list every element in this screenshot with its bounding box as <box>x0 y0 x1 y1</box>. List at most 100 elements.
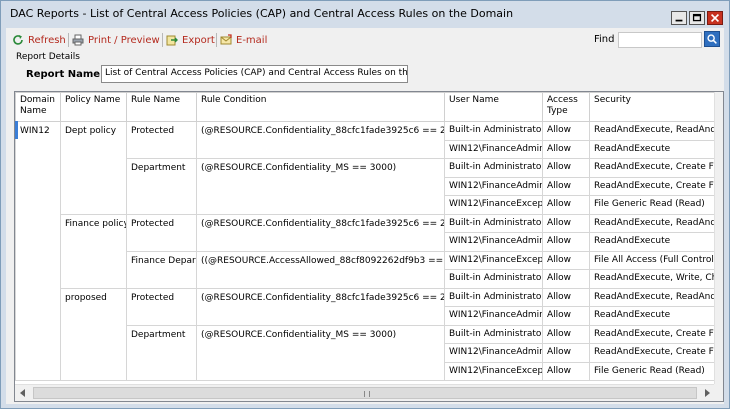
cell-rule: Protected <box>126 213 197 252</box>
cell-rule: Protected <box>126 287 197 326</box>
cell-policy: Finance policy <box>60 213 127 289</box>
cell-user: WIN12\FinanceException <box>444 250 543 270</box>
cell-security: ReadAndExecute, Create Files / W <box>589 343 715 363</box>
table-row[interactable]: Finance policy Protected (@RESOURCE.Confid… <box>16 213 715 289</box>
column-header-security[interactable]: Security <box>589 92 715 122</box>
cell-security: ReadAndExecute, ReadAndExecute <box>589 287 715 307</box>
print-preview-button[interactable]: Print / Preview <box>72 32 160 48</box>
table-header-row: Domain Name Policy Name Rule Name Rule C… <box>15 92 715 122</box>
table-row[interactable]: WIN12 Dept policy Protected (@RESOURCE.Conf… <box>15 121 715 381</box>
cell-user: Built-in Administrators <box>444 213 543 233</box>
close-button[interactable] <box>707 11 723 25</box>
cell-user: Built-in Administrators <box>444 287 543 307</box>
email-label: E-mail <box>236 34 268 46</box>
cell-domain: WIN12 <box>15 121 61 381</box>
cell-condition: (@RESOURCE.Confidentiality_88cfc1fade392… <box>196 213 445 252</box>
cell-user: WIN12\FinanceAdmin <box>444 306 543 326</box>
grid-viewport: Domain Name Policy Name Rule Name Rule C… <box>15 92 715 384</box>
email-button[interactable]: E-mail <box>220 32 267 48</box>
column-header-domain[interactable]: Domain Name <box>15 92 61 122</box>
refresh-button[interactable]: Refresh <box>12 32 66 48</box>
vertical-scrollbar[interactable] <box>714 92 723 384</box>
report-grid: Domain Name Policy Name Rule Name Rule C… <box>14 91 724 402</box>
cell-security: File Generic Read (Read) <box>589 195 715 215</box>
cell-rule: Finance Department <box>126 250 197 289</box>
cell-condition: (@RESOURCE.Confidentiality_MS == 3000) <box>196 158 445 215</box>
cell-condition: ((@RESOURCE.AccessAllowed_88cf8092262df9… <box>196 250 445 289</box>
export-label: Export <box>182 34 215 46</box>
minimize-button[interactable] <box>671 11 687 25</box>
cell-access: Allow <box>542 343 590 363</box>
cell-condition: (@RESOURCE.Confidentiality_MS == 3000) <box>196 324 445 381</box>
maximize-button[interactable] <box>689 11 705 25</box>
cell-access: Allow <box>542 213 590 233</box>
report-name-label: Report Name : <box>26 69 108 80</box>
scroll-grip-icon <box>364 391 370 397</box>
cell-security: File Generic Read (Read) <box>589 361 715 381</box>
cell-user: Built-in Administrators <box>444 269 543 289</box>
title-bar[interactable]: DAC Reports - List of Central Access Pol… <box>1 1 729 27</box>
cell-policy: Dept policy <box>60 121 127 215</box>
cell-rule: Department <box>126 158 197 215</box>
cell-access: Allow <box>542 269 590 289</box>
cell-access: Allow <box>542 158 590 178</box>
cell-condition: (@RESOURCE.Confidentiality_88cfc1fade392… <box>196 287 445 326</box>
cell-user: Built-in Administrators <box>444 324 543 344</box>
cell-access: Allow <box>542 232 590 252</box>
scroll-right-icon[interactable] <box>705 389 710 397</box>
column-header-policy[interactable]: Policy Name <box>60 92 127 122</box>
report-name-field[interactable]: List of Central Access Policies (CAP) an… <box>101 65 408 83</box>
cell-security: File All Access (Full Control) <box>589 250 715 270</box>
find-button[interactable] <box>704 31 720 47</box>
column-header-user[interactable]: User Name <box>444 92 543 122</box>
toolbar-divider <box>68 33 69 47</box>
cell-security: ReadAndExecute, Write, Change <box>589 269 715 289</box>
cell-user: Built-in Administrators <box>444 158 543 178</box>
cell-access: Allow <box>542 195 590 215</box>
table-row[interactable]: proposed Protected (@RESOURCE.Confidential… <box>16 287 715 381</box>
cell-policy: proposed <box>60 287 127 381</box>
selection-marker <box>15 121 18 139</box>
scroll-thumb[interactable] <box>33 387 697 399</box>
close-icon <box>710 13 720 23</box>
print-preview-label: Print / Preview <box>88 34 160 46</box>
scroll-left-icon[interactable] <box>20 389 25 397</box>
cell-access: Allow <box>542 287 590 307</box>
cell-rule: Department <box>126 324 197 381</box>
cell-user: WIN12\FinanceException <box>444 361 543 381</box>
refresh-icon <box>13 35 23 45</box>
cell-user: Built-in Administrators <box>444 121 543 141</box>
cell-access: Allow <box>542 121 590 141</box>
cell-security: ReadAndExecute <box>589 232 715 252</box>
cell-security: ReadAndExecute, Create Files / W <box>589 176 715 196</box>
cell-access: Allow <box>542 306 590 326</box>
export-icon <box>166 35 178 46</box>
refresh-label: Refresh <box>28 34 66 46</box>
horizontal-scrollbar[interactable] <box>15 384 715 401</box>
column-header-access[interactable]: Access Type <box>542 92 590 122</box>
cell-access: Allow <box>542 139 590 159</box>
maximize-icon <box>692 13 702 22</box>
cell-security: ReadAndExecute, ReadAndExecute <box>589 121 715 141</box>
find-label: Find <box>594 34 615 45</box>
cell-security: ReadAndExecute <box>589 139 715 159</box>
cell-user: WIN12\FinanceAdmin <box>444 139 543 159</box>
cell-user: WIN12\FinanceException <box>444 195 543 215</box>
report-details-label: Report Details <box>16 52 80 62</box>
column-header-rule[interactable]: Rule Name <box>126 92 197 122</box>
column-header-condition[interactable]: Rule Condition <box>196 92 445 122</box>
client-area: Refresh Print / Preview Export E-mail Fi… <box>6 28 724 404</box>
printer-icon <box>72 34 84 46</box>
search-icon <box>707 34 717 44</box>
toolbar-divider <box>216 33 217 47</box>
cell-security: ReadAndExecute <box>589 306 715 326</box>
export-button[interactable]: Export <box>166 32 215 48</box>
cell-condition: (@RESOURCE.Confidentiality_88cfc1fade392… <box>196 121 445 159</box>
table-body: WIN12 Dept policy Protected (@RESOURCE.Conf… <box>15 121 715 381</box>
cell-user: WIN12\FinanceAdmin <box>444 176 543 196</box>
report-table: Domain Name Policy Name Rule Name Rule C… <box>15 92 715 381</box>
find-input[interactable] <box>618 32 702 48</box>
cell-security: ReadAndExecute, ReadAndExecute <box>589 213 715 233</box>
cell-rule: Protected <box>126 121 197 159</box>
cell-security: ReadAndExecute, Create Files / W <box>589 158 715 178</box>
